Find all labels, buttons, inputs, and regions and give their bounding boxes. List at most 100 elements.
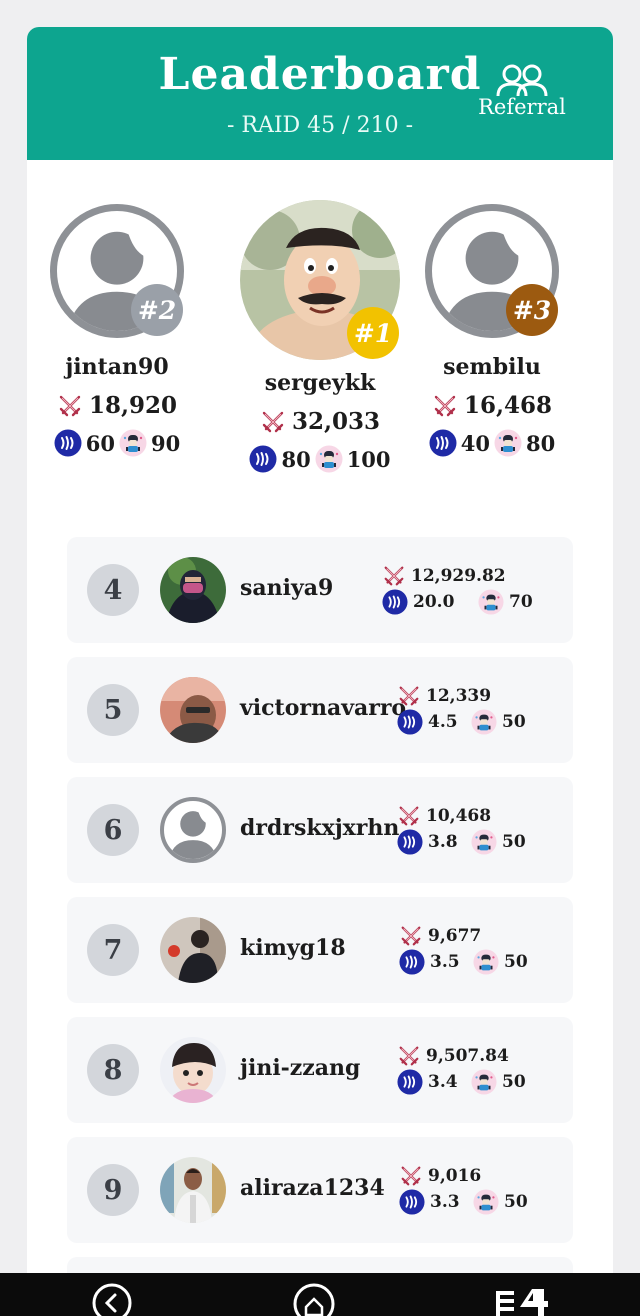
monster-card-icon [473,1189,499,1215]
avatar [160,797,226,863]
player-name: jintan90 [65,354,169,380]
podium-second[interactable]: #2 jintan90 18,920 60 90 [27,201,207,457]
steem-value: 80 [281,446,311,472]
monster-card-icon [471,709,497,735]
crossed-swords-icon [260,409,286,435]
steem-value: 3.5 [430,952,460,972]
row-stats: 9,677 3.5 50 [399,923,528,975]
monster-card-icon [473,949,499,975]
score-line: 32,033 [230,408,410,435]
row-stats: 9,016 3.3 50 [399,1163,528,1215]
monster-card-icon [478,589,504,615]
steem-coin-icon [54,429,82,457]
score-value: 9,507.84 [426,1046,509,1066]
avatar: #1 [240,200,400,360]
player-name: sembilu [443,354,541,380]
steem-coin-icon [399,949,425,975]
cards-value: 50 [504,1192,528,1212]
leaderboard-row[interactable]: 5 victornavarro 12,339 4.5 50 [67,657,573,763]
steem-coin-icon [397,1069,423,1095]
cards-value: 100 [346,446,391,472]
nav-back-button[interactable] [92,1283,132,1316]
rank-badge-silver: #2 [131,284,183,336]
player-name: kimyg18 [240,935,346,961]
rank-number: 8 [87,1044,139,1096]
avatar [160,917,226,983]
cards-value: 50 [502,1072,526,1092]
score-value: 32,033 [291,408,381,435]
leaderboard-row[interactable]: 8 jini-zzang 9,507.84 3.4 50 [67,1017,573,1123]
monster-card-icon [119,429,147,457]
leaderboard-row[interactable]: 6 drdrskxjxrhn 10,468 3.8 50 [67,777,573,883]
steem-value: 20.0 [413,592,455,612]
score-value: 10,468 [426,806,492,826]
leaderboard-row[interactable]: 7 kimyg18 9,677 3.5 50 [67,897,573,1003]
back-arrow-icon [92,1283,132,1316]
rank-number: 6 [87,804,139,856]
crossed-swords-icon [432,393,458,419]
steem-coin-icon [429,429,457,457]
cards-value: 50 [502,712,526,732]
podium-third[interactable]: #3 sembilu 16,468 40 80 [402,201,582,457]
avatar [160,1037,226,1103]
reward-line: 40 80 [402,429,582,457]
steem-coin-icon [397,829,423,855]
crossed-swords-icon [57,393,83,419]
score-line: 18,920 [27,392,207,419]
score-line: 16,468 [402,392,582,419]
rank-number: 7 [87,924,139,976]
nav-home-button[interactable] [293,1283,335,1316]
player-name: victornavarro [240,695,407,721]
crossed-swords-icon [397,804,421,828]
steem-value: 3.8 [428,832,458,852]
cards-value: 50 [502,832,526,852]
steem-value: 4.5 [428,712,458,732]
crossed-swords-icon [397,684,421,708]
avatar [160,1157,226,1223]
monster-card-icon [494,429,522,457]
steem-value: 3.3 [430,1192,460,1212]
cards-value: 50 [504,952,528,972]
row-stats: 12,929.82 20.0 70 [382,563,533,615]
referral-label: Referral [478,95,566,119]
avatar [160,557,226,623]
cards-value: 90 [151,430,181,456]
nav-apps-button[interactable] [494,1283,550,1316]
steem-coin-icon [397,709,423,735]
podium-first[interactable]: #1 sergeykk 32,033 80 100 [230,200,410,473]
rank-number: 5 [87,684,139,736]
player-name: aliraza1234 [240,1175,385,1201]
monster-card-icon [315,445,343,473]
users-icon [496,64,548,97]
leaderboard-row[interactable]: 4 saniya9 12,929.82 20.0 70 [67,537,573,643]
steem-coin-icon [249,445,277,473]
avatar: #3 [422,204,562,344]
player-name: saniya9 [240,575,334,601]
rank-badge-gold: #1 [347,307,399,359]
rank-number: 9 [87,1164,139,1216]
steem-value: 60 [85,430,115,456]
row-stats: 9,507.84 3.4 50 [397,1043,526,1095]
steem-coin-icon [382,589,408,615]
score-value: 9,016 [428,1166,482,1186]
bottom-nav-bar [0,1273,640,1316]
crossed-swords-icon [399,924,423,948]
cards-value: 70 [509,592,533,612]
score-value: 12,929.82 [411,566,506,586]
cards-value: 80 [526,430,556,456]
leaderboard-card: Leaderboard - RAID 45 / 210 - Referral #… [27,27,613,1287]
player-name: jini-zzang [240,1055,361,1081]
score-value: 12,339 [426,686,492,706]
score-value: 16,468 [463,392,553,419]
player-name: drdrskxjxrhn [240,815,400,841]
score-value: 18,920 [88,392,178,419]
referral-button[interactable]: Referral [477,63,567,119]
leaderboard-row[interactable]: 9 aliraza1234 9,016 3.3 50 [67,1137,573,1243]
score-value: 9,677 [428,926,482,946]
steem-value: 40 [460,430,490,456]
row-stats: 10,468 3.8 50 [397,803,526,855]
crossed-swords-icon [399,1164,423,1188]
rank-number: 4 [87,564,139,616]
home-icon [293,1283,335,1316]
monster-card-icon [471,829,497,855]
